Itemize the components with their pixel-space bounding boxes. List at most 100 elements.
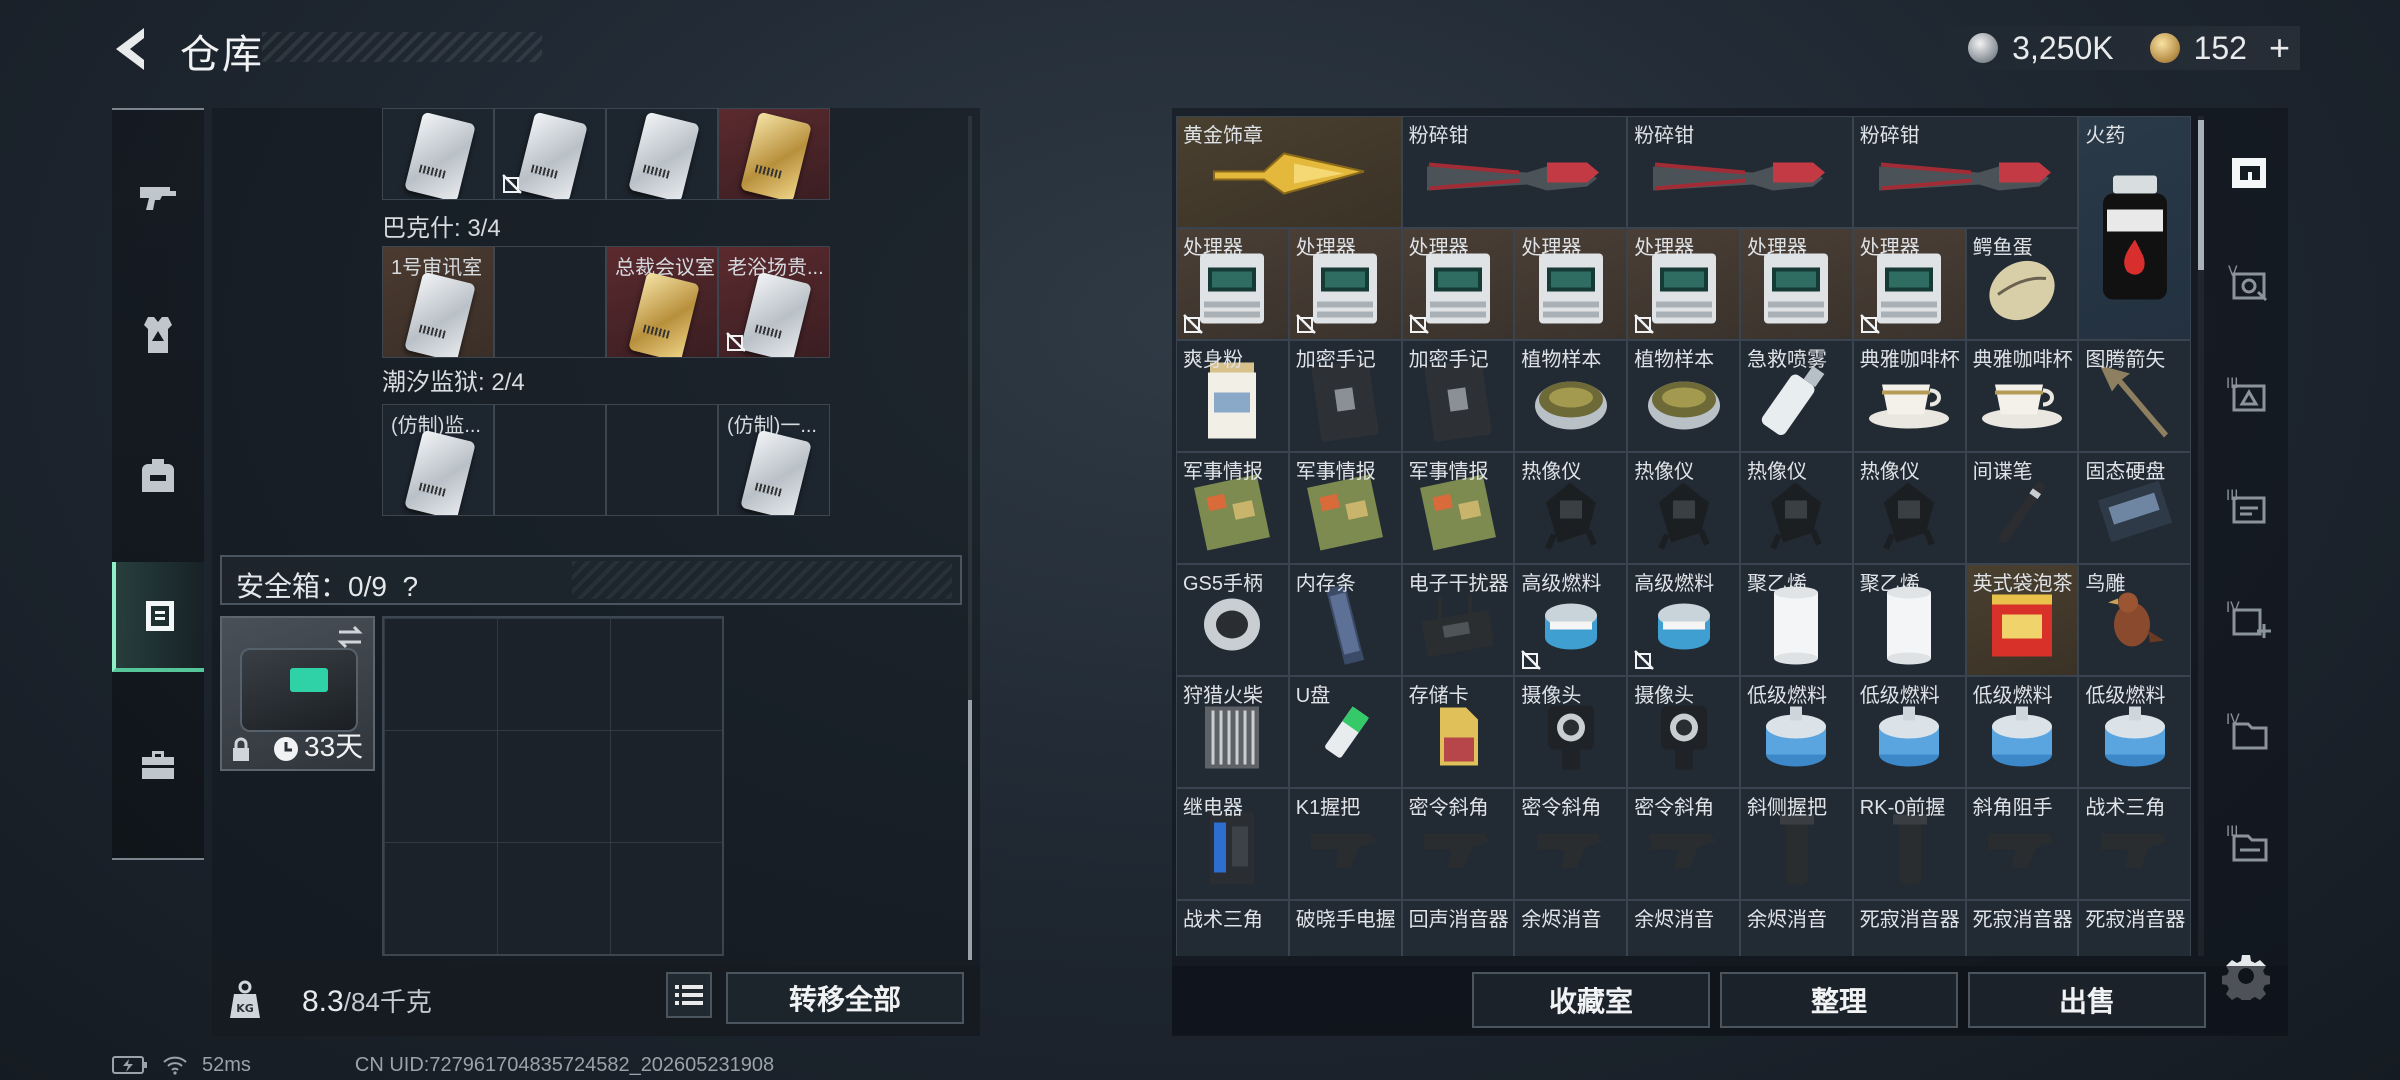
swap-icon[interactable] [335, 624, 365, 650]
stash-item[interactable]: 热像仪 [1514, 452, 1628, 564]
back-button[interactable] [108, 22, 158, 76]
rail-item-armor[interactable] [112, 280, 204, 390]
stash-item[interactable]: 加密手记 [1288, 340, 1402, 452]
stash-item[interactable]: 摄像头 [1514, 676, 1628, 788]
stash-item[interactable]: 狩猎火柴 [1176, 676, 1289, 788]
transfer-all-button[interactable]: 转移全部 [726, 972, 964, 1024]
stash-item[interactable]: 破晓手电握 [1288, 900, 1402, 956]
key-slot[interactable] [494, 108, 606, 200]
stash-item[interactable]: 电子干扰器 [1401, 564, 1515, 676]
stash-item[interactable]: 余烬消音 [1740, 900, 1853, 956]
stash-item[interactable]: 死寂消音器 [1852, 900, 1966, 956]
stash-item[interactable]: GS5手柄 [1176, 564, 1289, 676]
key-slot[interactable]: 老浴场贵... [718, 246, 830, 358]
stash-item[interactable]: 急救喷雾 [1740, 340, 1853, 452]
stash-item[interactable]: 黄金饰章 [1176, 116, 1402, 228]
stash-item[interactable]: 斜角阻手 [1965, 788, 2079, 900]
left-scrollbar-thumb[interactable] [968, 700, 972, 960]
stash-tab-1[interactable]: V [2210, 228, 2288, 338]
list-view-button[interactable] [666, 972, 712, 1018]
stash-item[interactable]: 死寂消音器 [2078, 900, 2192, 956]
stash-item[interactable]: 存储卡 [1401, 676, 1515, 788]
stash-item[interactable]: 密令斜角 [1514, 788, 1628, 900]
stash-item[interactable]: 粉碎钳 [1627, 116, 1853, 228]
stash-item[interactable]: 处理器 [1852, 228, 1966, 340]
stash-item[interactable]: 余烬消音 [1627, 900, 1740, 956]
stash-item[interactable]: 植物样本 [1514, 340, 1628, 452]
key-slot[interactable] [718, 108, 830, 200]
rail-item-briefcase[interactable] [112, 710, 204, 820]
stash-tab-5[interactable]: IV [2210, 676, 2288, 786]
stash-item[interactable]: 处理器 [1401, 228, 1515, 340]
sort-button[interactable]: 整理 [1720, 972, 1958, 1028]
stash-item[interactable]: 高级燃料 [1627, 564, 1740, 676]
help-icon[interactable]: ? [403, 571, 419, 602]
key-slot-empty[interactable] [494, 404, 606, 516]
key-slot[interactable] [606, 108, 718, 200]
stash-item[interactable]: 粉碎钳 [1401, 116, 1628, 228]
key-slot[interactable]: (仿制)一... [718, 404, 830, 516]
key-slot[interactable] [382, 108, 494, 200]
stash-item[interactable]: 余烬消音 [1514, 900, 1628, 956]
stash-item[interactable]: 高级燃料 [1514, 564, 1628, 676]
stash-item[interactable]: 回声消音器 [1401, 900, 1515, 956]
stash-item[interactable]: 军事情报 [1288, 452, 1402, 564]
stash-item[interactable]: 爽身粉 [1176, 340, 1289, 452]
stash-item[interactable]: 加密手记 [1401, 340, 1515, 452]
stash-item[interactable]: 战术三角 [1176, 900, 1289, 956]
stash-tab-2[interactable]: III [2210, 340, 2288, 450]
sell-button[interactable]: 出售 [1968, 972, 2206, 1028]
safebox-grid[interactable] [382, 616, 724, 956]
stash-item[interactable]: 植物样本 [1627, 340, 1740, 452]
stash-tab-4[interactable]: IV [2210, 564, 2288, 674]
stash-item[interactable]: 军事情报 [1176, 452, 1289, 564]
stash-item[interactable]: 固态硬盘 [2078, 452, 2192, 564]
stash-item[interactable]: 低级燃料 [2078, 676, 2192, 788]
stash-scrollbar-thumb[interactable] [2198, 120, 2204, 270]
stash-item[interactable]: 间谍笔 [1965, 452, 2079, 564]
rail-item-weapons[interactable] [112, 140, 204, 250]
stash-tab-3[interactable]: III [2210, 452, 2288, 562]
stash-item[interactable]: 处理器 [1627, 228, 1740, 340]
stash-item[interactable]: 聚乙烯 [1852, 564, 1966, 676]
stash-item[interactable]: 战术三角 [2078, 788, 2192, 900]
key-slot-empty[interactable] [494, 246, 606, 358]
stash-item[interactable]: 热像仪 [1852, 452, 1966, 564]
key-slot[interactable]: 1号审讯室 [382, 246, 494, 358]
stash-item[interactable]: 斜侧握把 [1740, 788, 1853, 900]
stash-item[interactable]: 粉碎钳 [1852, 116, 2079, 228]
stash-item[interactable]: 热像仪 [1627, 452, 1740, 564]
stash-item[interactable]: 处理器 [1176, 228, 1289, 340]
stash-item[interactable]: 鸟雕 [2078, 564, 2192, 676]
stash-item[interactable]: 死寂消音器 [1965, 900, 2079, 956]
stash-item[interactable]: 低级燃料 [1852, 676, 1966, 788]
stash-item[interactable]: 处理器 [1514, 228, 1628, 340]
stash-item[interactable]: 摄像头 [1627, 676, 1740, 788]
stash-item[interactable]: K1握把 [1288, 788, 1402, 900]
stash-item[interactable]: 典雅咖啡杯 [1852, 340, 1966, 452]
safebox-item[interactable]: 33天 [220, 616, 375, 771]
rail-item-backpack[interactable] [112, 420, 204, 530]
stash-item[interactable]: 处理器 [1740, 228, 1853, 340]
stash-item[interactable]: 热像仪 [1740, 452, 1853, 564]
stash-tab-0[interactable] [2210, 116, 2288, 226]
collection-room-button[interactable]: 收藏室 [1472, 972, 1710, 1028]
stash-item[interactable]: 低级燃料 [1740, 676, 1853, 788]
stash-item[interactable]: 聚乙烯 [1740, 564, 1853, 676]
stash-item[interactable]: U盘 [1288, 676, 1402, 788]
key-slot[interactable]: 总裁会议室 [606, 246, 718, 358]
rail-item-safebox[interactable] [112, 562, 204, 672]
stash-item[interactable]: 典雅咖啡杯 [1965, 340, 2079, 452]
stash-item[interactable]: 内存条 [1288, 564, 1402, 676]
stash-item[interactable]: 低级燃料 [1965, 676, 2079, 788]
stash-item[interactable]: RK-0前握 [1852, 788, 1966, 900]
key-slot-empty[interactable] [606, 404, 718, 516]
stash-item[interactable]: 火药 [2078, 116, 2192, 340]
stash-item[interactable]: 密令斜角 [1401, 788, 1515, 900]
stash-grid[interactable]: 黄金饰章 粉碎钳 粉碎钳 粉碎钳 火药 处理器 处理器 处理器 处理器 处理器 处理器 处理器 鳄鱼蛋爽… [1176, 116, 2192, 956]
stash-tab-6[interactable]: III [2210, 788, 2288, 898]
stash-item[interactable]: 继电器 [1176, 788, 1289, 900]
stash-item[interactable]: 英式袋泡茶 [1965, 564, 2079, 676]
stash-item[interactable]: 密令斜角 [1627, 788, 1740, 900]
key-slot[interactable]: (仿制)监... [382, 404, 494, 516]
